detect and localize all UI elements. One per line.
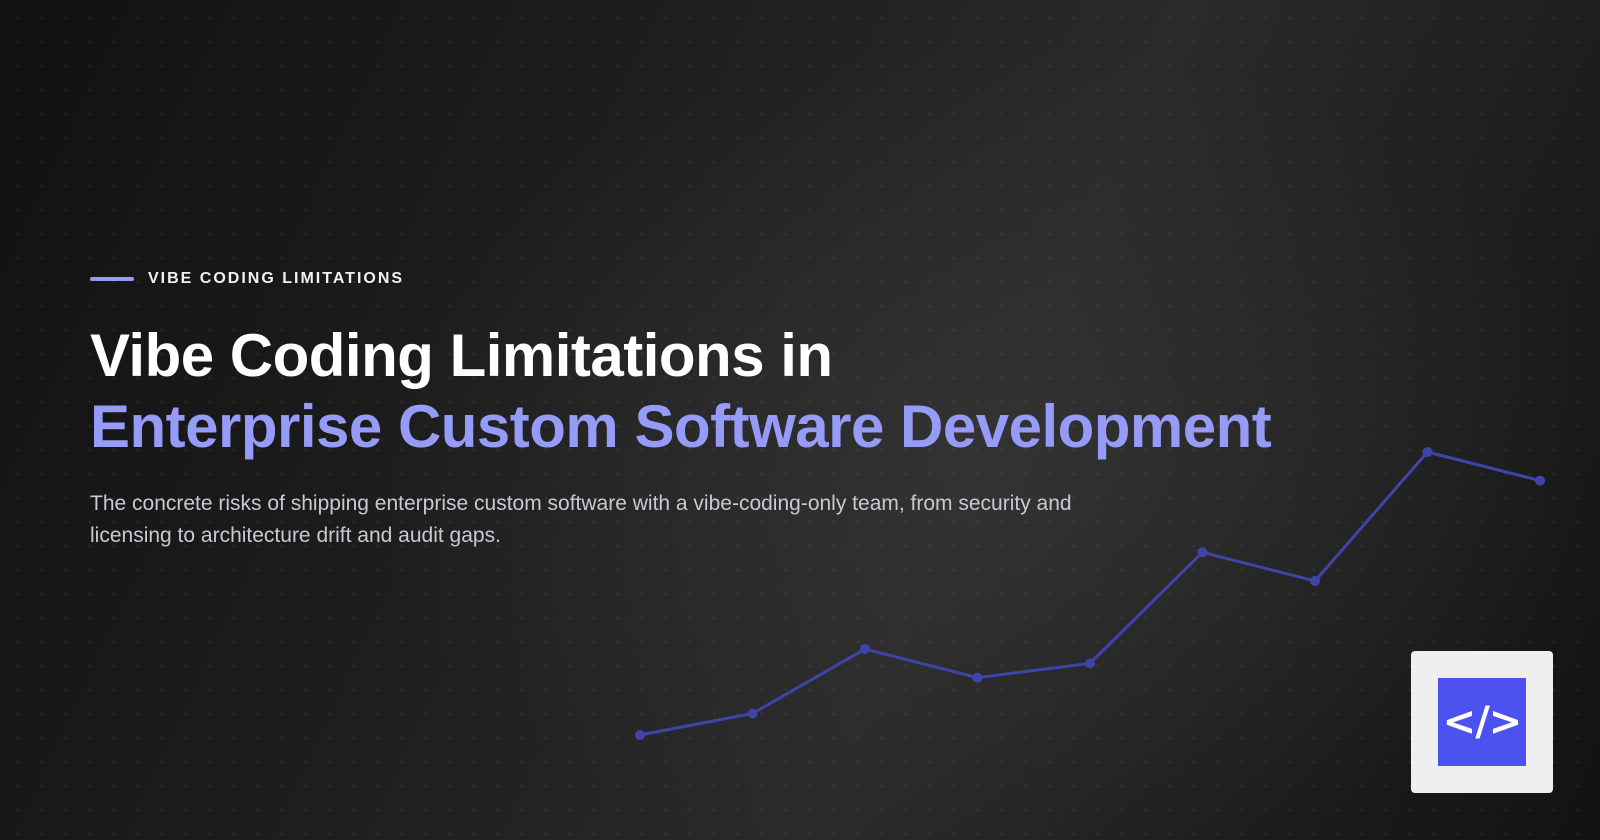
code-brackets-icon: </> <box>1438 678 1526 766</box>
title-line-accent: Enterprise Custom Software Development <box>90 393 1272 460</box>
trend-line-point <box>635 730 645 740</box>
logo-glyph: </> <box>1442 699 1523 745</box>
trend-line-point <box>1535 475 1545 486</box>
hero-section: VIBE CODING LIMITATIONS Vibe Coding Limi… <box>90 268 1290 552</box>
trend-line-point <box>747 708 758 719</box>
trend-line-point <box>972 672 983 683</box>
trend-line-point <box>1422 447 1433 457</box>
title-line-primary: Vibe Coding Limitations in <box>90 322 833 389</box>
trend-line-point <box>1310 575 1320 586</box>
eyebrow-accent-line <box>90 277 134 281</box>
eyebrow: VIBE CODING LIMITATIONS <box>90 268 1290 290</box>
eyebrow-label: VIBE CODING LIMITATIONS <box>148 270 405 287</box>
trend-line-point <box>860 644 870 655</box>
page-subtitle: The concrete risks of shipping enterpris… <box>90 492 1072 547</box>
page-title: Vibe Coding Limitations in Enterprise Cu… <box>90 320 1290 462</box>
trend-line-point <box>1085 658 1095 669</box>
logo-card: </> <box>1411 651 1553 793</box>
